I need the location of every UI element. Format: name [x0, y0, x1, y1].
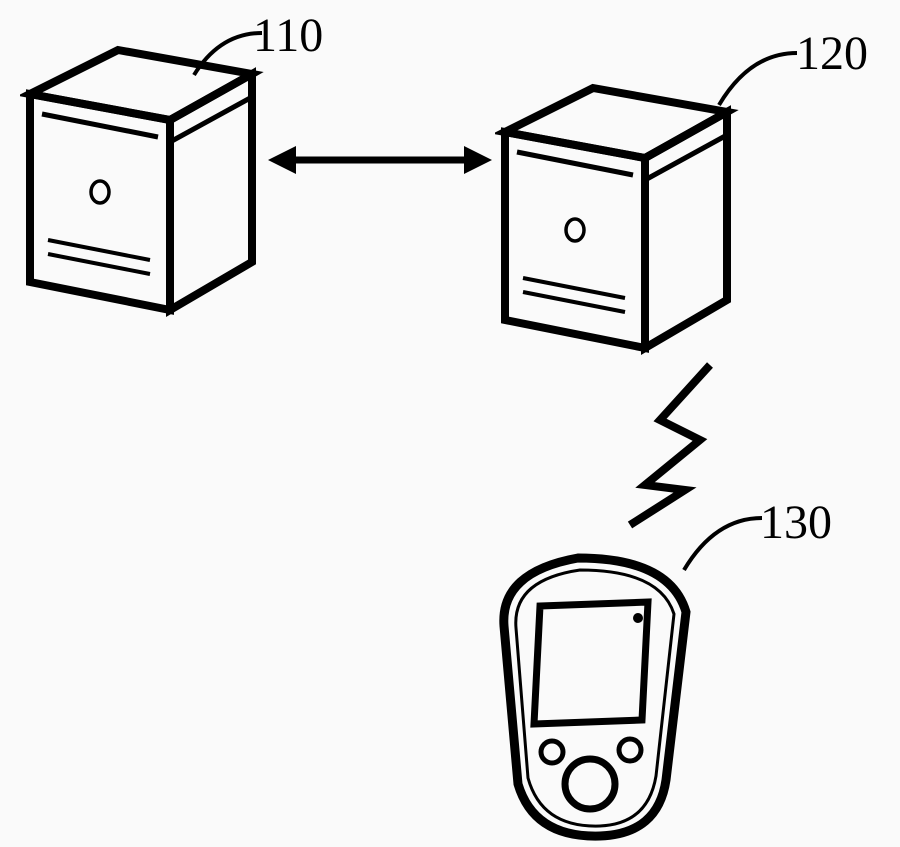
server-tower-icon: [495, 80, 740, 355]
bidirectional-arrow-icon: [260, 135, 500, 185]
leader-line-120: [715, 45, 815, 115]
leader-line-110: [190, 25, 280, 85]
wireless-link-icon: [620, 360, 730, 530]
handheld-device-icon: [490, 552, 705, 842]
